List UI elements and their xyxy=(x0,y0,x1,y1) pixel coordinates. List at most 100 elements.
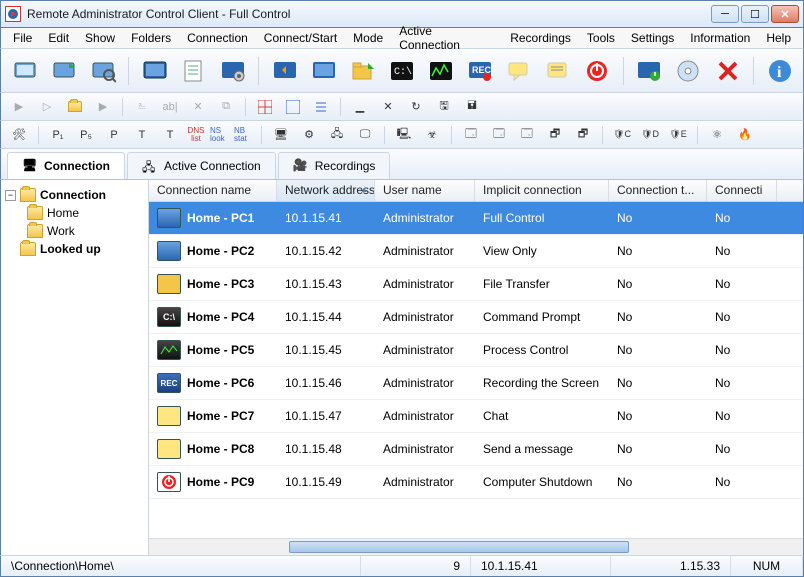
menu-tools[interactable]: Tools xyxy=(581,29,621,47)
tool-icon-11[interactable]: 🗗 xyxy=(571,124,595,146)
menu-recordings[interactable]: Recordings xyxy=(504,29,577,47)
p5-button[interactable]: P₅ xyxy=(74,124,98,146)
tab-connection[interactable]: 🖥Connection xyxy=(7,152,125,179)
remote-power-button[interactable] xyxy=(632,53,667,89)
t-button[interactable]: T xyxy=(130,124,154,146)
menu-show[interactable]: Show xyxy=(79,29,121,47)
wrench-icon[interactable]: 🛠 xyxy=(7,124,31,146)
table-row[interactable]: Home - PC510.1.15.45AdministratorProcess… xyxy=(149,334,803,367)
column-header[interactable]: Connection t... xyxy=(609,180,707,201)
folder-open-icon[interactable] xyxy=(63,96,87,118)
record-button[interactable]: REC xyxy=(463,53,498,89)
tree-node-lookedup[interactable]: Looked up xyxy=(5,240,144,258)
tool-icon-10[interactable]: 🗗 xyxy=(543,124,567,146)
disk-icon[interactable]: 🖫 xyxy=(432,96,456,118)
info-button[interactable]: i xyxy=(762,53,797,89)
table-row[interactable]: Home - PC310.1.15.43AdministratorFile Tr… xyxy=(149,268,803,301)
cd-button[interactable] xyxy=(671,53,706,89)
t2-button[interactable]: T xyxy=(158,124,182,146)
badge-d[interactable]: 🛡D xyxy=(638,124,662,146)
table-row[interactable]: RECHome - PC610.1.15.46AdministratorReco… xyxy=(149,367,803,400)
scrollbar-thumb[interactable] xyxy=(289,541,629,553)
tool-icon-1[interactable]: 🖥 xyxy=(269,124,293,146)
process-control-button[interactable] xyxy=(424,53,459,89)
menu-settings[interactable]: Settings xyxy=(625,29,680,47)
menu-mode[interactable]: Mode xyxy=(347,29,389,47)
badge-c[interactable]: 🛡C xyxy=(610,124,634,146)
clear-icon[interactable]: ✕ xyxy=(186,96,210,118)
minimize-button[interactable]: ─ xyxy=(711,5,739,23)
command-prompt-button[interactable]: C:\ xyxy=(385,53,420,89)
column-header[interactable]: Network address xyxy=(277,180,375,201)
table-row[interactable]: Home - PC810.1.15.48AdministratorSend a … xyxy=(149,433,803,466)
tree-node-work[interactable]: Work xyxy=(27,222,144,240)
search-connection-button[interactable] xyxy=(85,53,120,89)
tool-icon-7[interactable]: 🗔 xyxy=(459,124,483,146)
properties-button[interactable] xyxy=(176,53,211,89)
column-header[interactable]: Implicit connection xyxy=(475,180,609,201)
tool-icon-4[interactable]: 🖵 xyxy=(353,124,377,146)
disk2-icon[interactable]: 🖬 xyxy=(460,96,484,118)
close-button[interactable]: ✕ xyxy=(771,5,799,23)
p-button[interactable]: P xyxy=(102,124,126,146)
tool-icon-6[interactable]: ☣ xyxy=(420,124,444,146)
message-button[interactable] xyxy=(541,53,576,89)
menu-file[interactable]: File xyxy=(7,29,38,47)
tool-icon-13[interactable]: 🔥 xyxy=(733,124,757,146)
ns-look-button[interactable]: NS look xyxy=(210,124,230,146)
tab-recordings[interactable]: 🎥Recordings xyxy=(278,152,391,179)
tree-root-connection[interactable]: − Connection xyxy=(5,186,144,204)
textbox-icon[interactable]: ab| xyxy=(158,96,182,118)
play-icon[interactable]: ▶ xyxy=(7,96,31,118)
menu-edit[interactable]: Edit xyxy=(42,29,75,47)
table-row[interactable]: Home - PC210.1.15.42AdministratorView On… xyxy=(149,235,803,268)
tab-activeconnection[interactable]: 🖧Active Connection xyxy=(127,152,276,179)
refresh-icon[interactable]: ↻ xyxy=(404,96,428,118)
list-icon[interactable] xyxy=(309,96,333,118)
column-header[interactable]: Connecti xyxy=(707,180,777,201)
grid1-icon[interactable] xyxy=(253,96,277,118)
menu-folders[interactable]: Folders xyxy=(125,29,177,47)
maximize-button[interactable]: ☐ xyxy=(741,5,769,23)
open-connection-button[interactable] xyxy=(46,53,81,89)
connect-button[interactable] xyxy=(137,53,172,89)
delete-button[interactable] xyxy=(710,53,745,89)
nb-stat-button[interactable]: NB stat xyxy=(234,124,254,146)
p1-button[interactable]: P₁ xyxy=(46,124,70,146)
menu-help[interactable]: Help xyxy=(760,29,797,47)
view-only-button[interactable] xyxy=(306,53,341,89)
step-icon[interactable]: ▶ xyxy=(91,96,115,118)
bracket-icon[interactable]: ⎁ xyxy=(130,96,154,118)
horizontal-scrollbar[interactable] xyxy=(149,538,803,555)
menu-activeconnection[interactable]: Active Connection xyxy=(393,22,500,54)
shutdown-button[interactable] xyxy=(580,53,615,89)
settings-button[interactable] xyxy=(215,53,250,89)
new-connection-button[interactable] xyxy=(7,53,42,89)
full-control-button[interactable] xyxy=(267,53,302,89)
menu-connectstart[interactable]: Connect/Start xyxy=(258,29,343,47)
min-icon[interactable]: ▁ xyxy=(348,96,372,118)
dns-list-button[interactable]: DNS list xyxy=(186,124,206,146)
tool-icon-3[interactable]: 🖧 xyxy=(325,124,349,146)
tool-icon-2[interactable]: ⚙ xyxy=(297,124,321,146)
badge-e[interactable]: 🛡E xyxy=(666,124,690,146)
collapse-icon[interactable]: − xyxy=(5,190,16,201)
table-row[interactable]: Home - PC710.1.15.47AdministratorChatNoN… xyxy=(149,400,803,433)
chat-button[interactable] xyxy=(502,53,537,89)
table-row[interactable]: Home - PC110.1.15.41AdministratorFull Co… xyxy=(149,202,803,235)
tool-icon-9[interactable]: 🗔 xyxy=(515,124,539,146)
table-row[interactable]: C:\Home - PC410.1.15.44AdministratorComm… xyxy=(149,301,803,334)
tool-icon-12[interactable]: ⚛ xyxy=(705,124,729,146)
menu-connection[interactable]: Connection xyxy=(181,29,254,47)
tree-node-home[interactable]: Home xyxy=(27,204,144,222)
copy-icon[interactable]: ⧉ xyxy=(214,96,238,118)
tool-icon-8[interactable]: 🗔 xyxy=(487,124,511,146)
column-header[interactable]: Connection name xyxy=(149,180,277,201)
column-header[interactable]: User name xyxy=(375,180,475,201)
grid2-icon[interactable] xyxy=(281,96,305,118)
play-alt-icon[interactable]: ▷ xyxy=(35,96,59,118)
tool-icon-5[interactable]: 🖳 xyxy=(392,124,416,146)
menu-information[interactable]: Information xyxy=(684,29,756,47)
table-row[interactable]: Home - PC910.1.15.49AdministratorCompute… xyxy=(149,466,803,499)
x-icon[interactable]: ✕ xyxy=(376,96,400,118)
